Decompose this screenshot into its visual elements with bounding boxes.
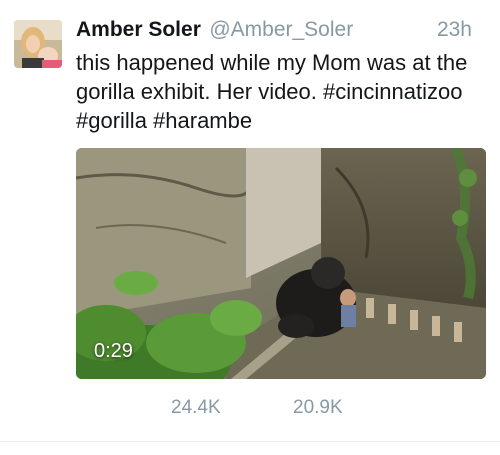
video-thumbnail[interactable]: 0:29 bbox=[76, 148, 486, 379]
video-frame-image bbox=[76, 148, 486, 379]
tweet-text: this happened while my Mom was at the go… bbox=[76, 48, 486, 135]
author-name[interactable]: Amber Soler bbox=[76, 18, 201, 41]
tweet-card: Amber Soler @Amber_Soler 23h this happen… bbox=[0, 0, 500, 455]
avatar[interactable] bbox=[14, 20, 62, 68]
tweet-text-line: this happened while my Mom was at the bbox=[76, 50, 468, 75]
tweet-text-line: gorilla exhibit. Her video. #cincinnatiz… bbox=[76, 79, 463, 104]
retweet-count[interactable]: 24.4K bbox=[171, 397, 221, 419]
author-handle[interactable]: @Amber_Soler bbox=[209, 18, 353, 41]
tweet-header: Amber Soler @Amber_Soler 23h bbox=[76, 18, 486, 48]
video-duration: 0:29 bbox=[94, 340, 133, 362]
like-count[interactable]: 20.9K bbox=[293, 397, 343, 419]
divider bbox=[0, 441, 500, 442]
tweet-stats: 24.4K 20.9K bbox=[0, 397, 500, 423]
tweet-text-line: #gorilla #harambe bbox=[76, 108, 253, 133]
tweet-timestamp[interactable]: 23h bbox=[437, 18, 472, 42]
